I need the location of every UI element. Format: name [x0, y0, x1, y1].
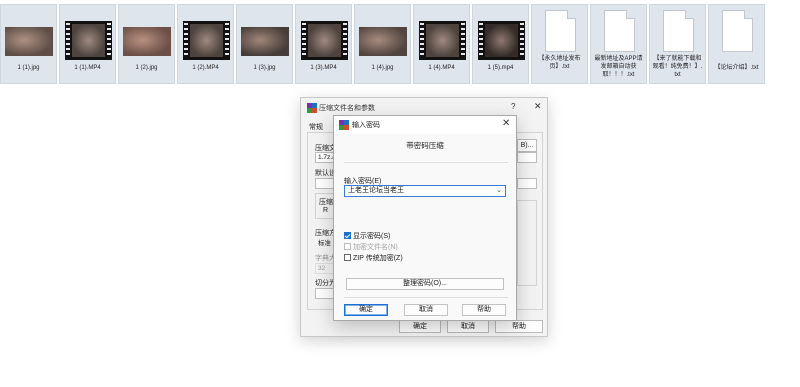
file-item[interactable]: 1 (2).jpg [118, 4, 175, 84]
browse-button[interactable]: B)... [517, 139, 537, 152]
password-input[interactable]: 上老王论坛当老王 ⌄ [344, 185, 506, 197]
dialog-subtitle: 带密码压缩 [406, 141, 444, 150]
update-mode-select[interactable] [517, 152, 537, 163]
help-button[interactable]: 帮助 [495, 320, 543, 333]
text-file-icon [545, 10, 576, 52]
dictionary-size-select[interactable]: 32 [315, 263, 335, 274]
ok-button[interactable]: 确定 [399, 320, 441, 333]
dialog-title-bar: 输入密码 ✕ [334, 116, 516, 134]
video-thumbnail-icon [301, 21, 348, 60]
file-item[interactable]: 【永久地址发布页】.txt [531, 4, 588, 84]
show-password-checkbox[interactable]: 显示密码(S) [344, 232, 390, 242]
file-name: 1 (1).jpg [17, 65, 40, 71]
winrar-app-icon [307, 103, 317, 113]
image-thumbnail [241, 27, 289, 56]
checkbox-icon [344, 243, 351, 250]
close-icon[interactable]: ✕ [534, 101, 542, 112]
help-icon[interactable]: ? [511, 102, 515, 111]
checkbox-label: ZIP 传统加密(Z) [353, 255, 403, 262]
file-name: 最新地址及APP请发邮箱自动获取！！！.txt [594, 56, 643, 78]
divider [344, 162, 508, 163]
text-file-icon [604, 10, 635, 52]
cancel-button[interactable]: 取消 [404, 304, 448, 316]
image-thumbnail [359, 27, 407, 56]
dialog-title: 输入密码 [352, 122, 380, 129]
tab-general[interactable]: 常规 [309, 122, 323, 132]
file-name: 1 (4).MP4 [428, 65, 455, 71]
checkbox-checked-icon [344, 232, 351, 239]
close-icon[interactable]: ✕ [502, 118, 510, 129]
window-title: 压缩文件名和参数 [319, 105, 375, 112]
help-button[interactable]: 帮助 [462, 304, 506, 316]
split-volumes-field[interactable] [315, 288, 335, 299]
cancel-button[interactable]: 取消 [447, 320, 489, 333]
file-name: 【论坛介绍】.txt [714, 65, 759, 71]
file-item[interactable]: 1 (5).mp4 [472, 4, 529, 84]
file-item[interactable]: 【来了就能下载和观看！纯免费！】.txt [649, 4, 706, 84]
options-group [517, 200, 537, 286]
file-name: 1 (1).MP4 [74, 65, 101, 71]
file-item[interactable]: 最新地址及APP请发邮箱自动获取！！！.txt [590, 4, 647, 84]
format-radio[interactable]: R [323, 207, 328, 214]
file-item[interactable]: 1 (4).jpg [354, 4, 411, 84]
divider [344, 297, 508, 298]
chevron-down-icon[interactable]: ⌄ [496, 186, 502, 196]
file-name: 【来了就能下载和观看！纯免费！】.txt [652, 56, 703, 78]
ok-button[interactable]: 确定 [344, 304, 388, 316]
file-item[interactable]: 1 (1).MP4 [59, 4, 116, 84]
image-thumbnail [5, 27, 53, 56]
file-item[interactable]: 1 (2).MP4 [177, 4, 234, 84]
file-name: 1 (5).mp4 [487, 65, 514, 71]
checkbox-label: 显示密码(S) [353, 233, 391, 240]
checkbox-icon [344, 254, 351, 261]
checkbox-label: 加密文件名(N) [353, 244, 398, 251]
file-name: 1 (4).jpg [371, 65, 394, 71]
file-name: 【永久地址发布页】.txt [538, 56, 581, 70]
file-item[interactable]: 1 (3).jpg [236, 4, 293, 84]
winrar-app-icon [339, 120, 349, 130]
archive-name-field[interactable]: 1.7z.a [315, 152, 336, 163]
text-file-icon [663, 10, 694, 52]
video-thumbnail-icon [478, 21, 525, 60]
profile-field[interactable] [315, 178, 335, 189]
file-name: 1 (3).jpg [253, 65, 276, 71]
video-thumbnail-icon [419, 21, 466, 60]
profile-select[interactable] [517, 178, 537, 189]
file-name: 1 (3).MP4 [310, 65, 337, 71]
organize-passwords-button[interactable]: 整理密码(O)... [346, 278, 504, 290]
password-dialog: 输入密码 ✕ 带密码压缩 输入密码(E) 上老王论坛当老王 ⌄ 显示密码(S) … [333, 115, 517, 321]
file-item[interactable]: 1 (4).MP4 [413, 4, 470, 84]
password-value: 上老王论坛当老王 [348, 187, 404, 194]
video-thumbnail-icon [65, 21, 112, 60]
file-item[interactable]: 1 (1).jpg [0, 4, 57, 84]
file-item[interactable]: 1 (3).MP4 [295, 4, 352, 84]
encrypt-filenames-checkbox[interactable]: 加密文件名(N) [344, 243, 398, 253]
file-name: 1 (2).MP4 [192, 65, 219, 71]
zip-legacy-encryption-checkbox[interactable]: ZIP 传统加密(Z) [344, 254, 403, 264]
file-name: 1 (2).jpg [135, 65, 158, 71]
compression-method-select[interactable]: 标准 [315, 238, 335, 249]
video-thumbnail-icon [183, 21, 230, 60]
file-item[interactable]: 【论坛介绍】.txt [708, 4, 765, 84]
image-thumbnail [123, 27, 171, 56]
text-file-icon [722, 10, 753, 52]
